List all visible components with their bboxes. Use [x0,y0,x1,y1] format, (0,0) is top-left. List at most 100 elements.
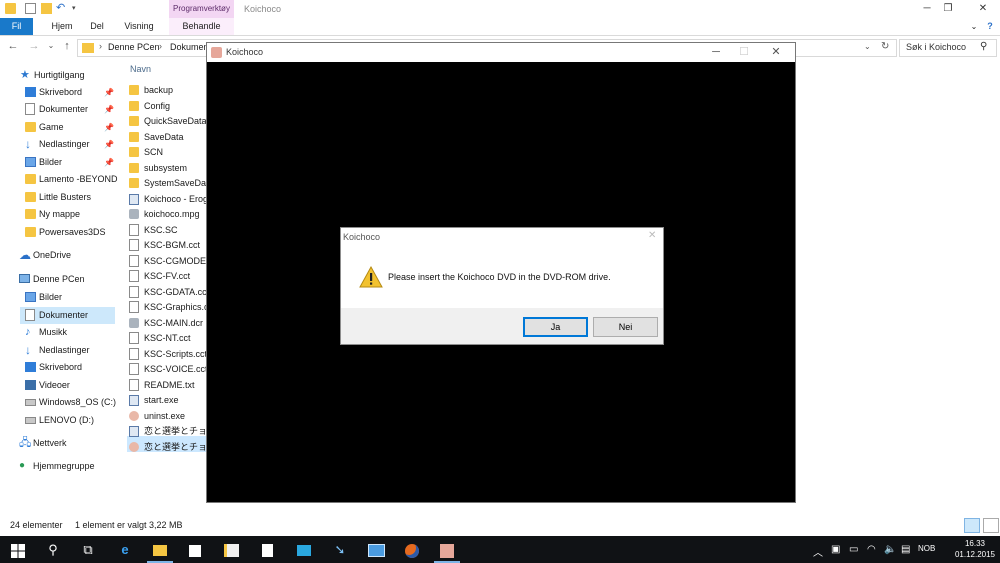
download-app-icon: ➘ [334,542,346,557]
recent-dropdown-icon[interactable]: ⌄ [44,39,58,53]
pin-icon[interactable]: 📌 [104,119,114,136]
tab-visning[interactable]: Visning [118,18,160,35]
folder-icon [25,192,36,202]
no-button[interactable]: Nei [593,317,658,337]
dialog-close-icon[interactable]: ✕ [648,230,656,241]
task-view-icon: ⧉ [83,542,93,557]
file-icon [129,347,139,360]
gear-file-icon [129,317,139,328]
file-name: KSC-NT.cct [144,333,191,343]
text-file-icon [129,378,139,391]
file-name: KSC.SC [144,224,178,235]
new-folder-icon[interactable] [41,3,52,14]
computer-icon [19,274,30,283]
game-titlebar[interactable]: Koichoco ─ ☐ ✕ [207,43,795,62]
app-icon [129,410,139,421]
folder-icon [129,178,139,188]
item-count: 24 elementer [10,520,63,530]
breadcrumb-chevron-icon[interactable]: › [99,41,102,51]
tab-behandle[interactable]: Behandle [169,18,234,35]
search-icon[interactable]: ⚲ [980,41,987,52]
dialog-button-bar: Ja Nei [341,308,663,344]
input-language[interactable]: NOB [918,544,935,553]
breadcrumb-chevron-icon[interactable]: › [159,41,162,51]
tab-fil[interactable]: Fil [0,18,33,35]
network-icon: 🖧 [19,437,32,449]
maximize-button[interactable]: ❐ [933,0,963,18]
volume-icon[interactable]: 🔈 [884,544,896,555]
pin-icon[interactable]: 📌 [104,154,114,171]
forward-arrow-icon[interactable]: → [27,39,41,53]
large-icons-view-button[interactable] [983,518,999,533]
close-button[interactable]: ✕ [968,0,998,18]
address-dropdown-icon[interactable]: ⌄ [864,42,871,51]
file-icon [129,332,139,344]
drive-icon [25,399,36,406]
remote-desktop-button[interactable] [359,536,393,563]
clock-date[interactable]: 01.12.2015 [950,550,1000,559]
wifi-icon[interactable]: ◠ [867,544,876,555]
drive-icon [25,417,36,424]
windows-logo-icon [11,543,25,558]
task-view-button[interactable]: ⧉ [71,536,105,563]
koichoco-taskbar-button[interactable] [430,536,464,563]
navigation-pane: ★ Hurtigtilgang Skrivebord 📌 Dokumenter … [0,59,118,514]
back-arrow-icon[interactable]: ← [6,39,20,53]
file-name: Koichoco - Erog [144,193,209,204]
battery-icon[interactable]: ▭ [849,544,858,555]
pin-icon[interactable]: 📌 [104,101,114,118]
selection-info: 1 element er valgt 3,22 MB [75,520,183,530]
game-window-title: Koichoco [226,47,264,57]
sidebar-item-label: OneDrive [33,250,72,260]
tab-del[interactable]: Del [84,18,110,35]
tray-app-icon[interactable]: ▣ [831,544,840,555]
sidebar-item-label: Musikk [39,327,68,337]
column-header-name[interactable]: Navn [130,64,151,74]
up-arrow-icon[interactable]: ↑ [60,39,74,53]
search-input[interactable]: Søk i Koichoco ⚲ [899,39,997,57]
documents-icon [25,103,35,115]
sidebar-item-label: Hurtigtilgang [34,70,85,80]
music-icon: ♪ [25,326,31,338]
sidebar-item-label: Dokumenter [39,104,89,114]
documents-app-button[interactable] [250,536,284,563]
search-taskbar-button[interactable]: ⚲ [36,536,70,563]
edge-button[interactable]: e [108,536,142,563]
app-button[interactable]: ➘ [323,536,357,563]
tool-tab-header: Programverktøy [169,0,234,18]
quick-access-dropdown-icon[interactable]: ▾ [72,3,83,14]
yes-button[interactable]: Ja [523,317,588,337]
refresh-icon[interactable]: ↻ [881,41,889,52]
folder-icon[interactable] [5,3,16,14]
start-button[interactable] [1,536,35,563]
help-icon[interactable]: ? [984,18,996,35]
photos-icon [297,545,311,557]
details-view-button[interactable] [964,518,980,533]
explorer-pinned-button[interactable] [214,536,248,563]
undo-icon[interactable]: ↶ [56,3,67,14]
properties-icon[interactable] [25,3,36,14]
game-maximize-button[interactable]: ☐ [729,43,759,62]
show-hidden-icons[interactable]: ︿ [813,544,823,559]
file-name: README.txt [144,379,195,390]
file-name: KSC-FV.cct [144,271,191,281]
pictures-icon [25,292,36,302]
folder-icon [82,43,94,53]
notifications-icon[interactable]: ▤ [901,544,910,555]
game-close-button[interactable]: ✕ [761,43,791,62]
media-app-button[interactable] [287,536,321,563]
file-icon [129,239,139,251]
pin-icon[interactable]: 📌 [104,84,114,101]
folder-icon [25,227,36,237]
file-explorer-button[interactable] [143,536,177,563]
firefox-button[interactable] [395,536,429,563]
sidebar-item-label: Bilder [39,157,63,167]
tab-hjem[interactable]: Hjem [46,18,78,35]
game-minimize-button[interactable]: ─ [701,43,731,62]
store-button[interactable] [178,536,212,563]
breadcrumb-denne-pcen[interactable]: Denne PCen [108,42,160,52]
pin-icon[interactable]: 📌 [104,136,114,153]
folder-icon [129,100,139,111]
clock-time[interactable]: 16.33 [955,539,995,548]
ribbon-expand-icon[interactable]: ⌄ [968,18,980,35]
